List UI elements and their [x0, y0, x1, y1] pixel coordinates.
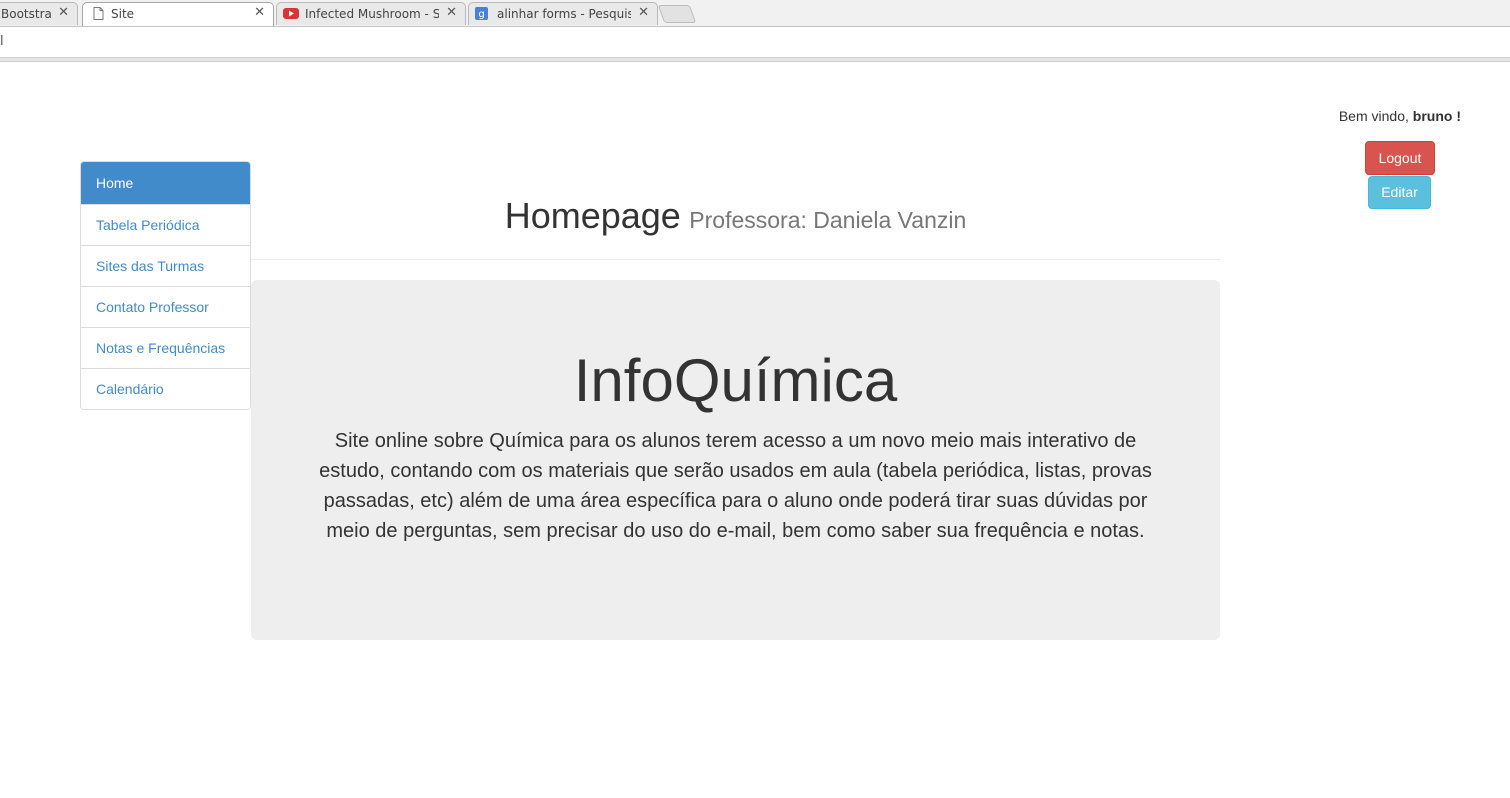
- welcome-message: Bem vindo, bruno !: [1339, 108, 1461, 124]
- youtube-icon: [283, 7, 299, 20]
- sidebar-item-contato-professor[interactable]: Contato Professor: [81, 286, 250, 327]
- browser-tab-strip: Bootstrap ✕ Site ✕ Infected Mushroom - S…: [0, 0, 1510, 27]
- url-text: l: [0, 34, 4, 49]
- page-icon: [92, 7, 105, 20]
- sidebar-item-notas-frequencias[interactable]: Notas e Frequências: [81, 327, 250, 368]
- browser-tab-bootstrap[interactable]: Bootstrap ✕: [0, 2, 78, 25]
- toolbar-divider: [0, 58, 1510, 62]
- page-title: Homepage: [504, 195, 681, 236]
- tab-title: Infected Mushroom - Saeed: [305, 7, 439, 21]
- svg-text:g: g: [478, 9, 484, 20]
- logout-button[interactable]: Logout: [1365, 141, 1435, 175]
- jumbotron-description: Site online sobre Química para os alunos…: [319, 430, 1152, 542]
- welcome-prefix: Bem vindo,: [1338, 108, 1413, 124]
- sidebar-nav: Home Tabela Periódica Sites das Turmas C…: [80, 161, 251, 410]
- close-icon[interactable]: ✕: [58, 5, 69, 20]
- page-subtitle: Professora: Daniela Vanzin: [689, 207, 967, 233]
- jumbotron: InfoQuímica Site online sobre Química pa…: [251, 280, 1220, 640]
- tab-title: alinhar forms - Pesquisa Google: [497, 7, 631, 21]
- page-header: Homepage Professora: Daniela Vanzin: [251, 195, 1220, 260]
- edit-button[interactable]: Editar: [1368, 176, 1431, 209]
- browser-tab-youtube[interactable]: Infected Mushroom - Saeed ✕: [276, 2, 466, 25]
- sidebar-item-sites-das-turmas[interactable]: Sites das Turmas: [81, 245, 250, 286]
- address-bar[interactable]: l: [0, 27, 1510, 58]
- browser-tab-site[interactable]: Site ✕: [82, 2, 274, 26]
- browser-tab-google[interactable]: g alinhar forms - Pesquisa Google ✕: [468, 2, 658, 25]
- close-icon[interactable]: ✕: [638, 5, 649, 20]
- close-icon[interactable]: ✕: [446, 5, 457, 20]
- sidebar-item-calendario[interactable]: Calendário: [81, 368, 250, 409]
- google-icon: g: [475, 7, 488, 20]
- jumbotron-heading: InfoQuímica: [573, 347, 898, 414]
- username: bruno !: [1412, 108, 1461, 124]
- tab-title: Bootstrap: [1, 7, 51, 21]
- sidebar-item-tabela-periodica[interactable]: Tabela Periódica: [81, 204, 250, 245]
- new-tab-button[interactable]: [657, 5, 697, 23]
- tab-title: Site: [111, 7, 135, 21]
- close-icon[interactable]: ✕: [254, 5, 265, 20]
- sidebar-item-home[interactable]: Home: [81, 162, 250, 204]
